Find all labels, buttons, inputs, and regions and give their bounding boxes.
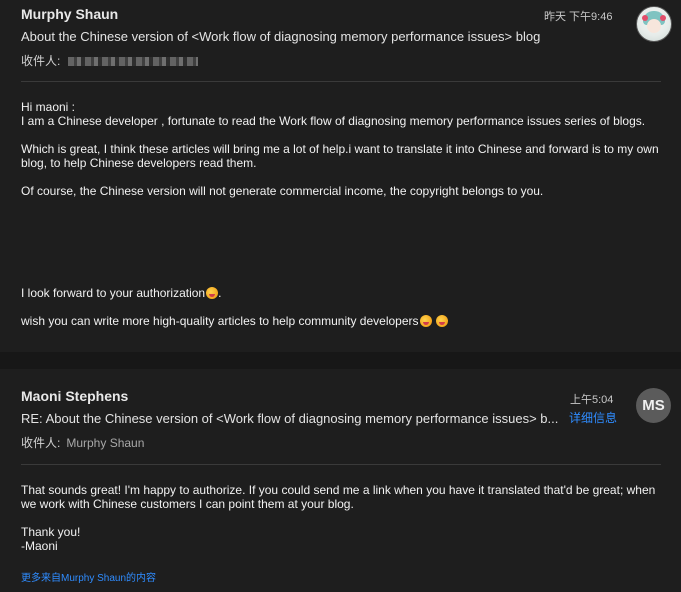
message-time: 昨天 下午9:46 xyxy=(544,11,613,23)
body-paragraph: Which is great, I think these articles w… xyxy=(21,142,659,170)
body-paragraph: That sounds great! I'm happy to authoriz… xyxy=(21,483,656,511)
recipient-row: 收件人: xyxy=(21,52,199,69)
signature-line: -Maoni xyxy=(21,539,58,553)
laughing-emoji-icon xyxy=(435,315,448,327)
greeting: Hi maoni : xyxy=(21,100,76,114)
message-time: 上午5:04 xyxy=(570,394,614,406)
thanks-line: Thank you! xyxy=(21,525,81,539)
wish-text: wish you can write more high-quality art… xyxy=(21,314,419,328)
period-text: . xyxy=(218,286,222,300)
body-paragraph: I look forward to your authorization. xyxy=(21,286,666,300)
message-body: That sounds great! I'm happy to authoriz… xyxy=(21,483,666,553)
sender-avatar-icon[interactable] xyxy=(636,6,672,42)
more-from-sender-link[interactable]: 更多来自Murphy Shaun的内容 xyxy=(21,569,156,584)
message-subject: About the Chinese version of <Work flow … xyxy=(21,29,541,44)
recipient-row: 收件人: Murphy Shaun xyxy=(21,434,144,451)
details-link[interactable]: 详细信息 xyxy=(569,409,617,426)
body-paragraph: wish you can write more high-quality art… xyxy=(21,314,666,328)
recipient-label: 收件人: xyxy=(21,436,61,450)
body-paragraph: Of course, the Chinese version will not … xyxy=(21,184,544,198)
sender-name: Murphy Shaun xyxy=(21,6,119,22)
message-separator xyxy=(0,352,681,369)
sender-avatar[interactable]: MS xyxy=(636,388,671,423)
message-subject: RE: About the Chinese version of <Work f… xyxy=(21,411,559,426)
message-body-closing: I look forward to your authorization. wi… xyxy=(21,286,666,328)
header-divider xyxy=(21,464,661,465)
header-divider xyxy=(21,81,661,82)
authorization-text: I look forward to your authorization xyxy=(21,286,206,300)
redacted-recipient xyxy=(68,57,199,66)
message-murphy-shaun: Murphy Shaun 昨天 下午9:46 About the Chinese… xyxy=(0,0,681,352)
recipient-name[interactable]: Murphy Shaun xyxy=(66,436,144,450)
laughing-emoji-icon xyxy=(206,287,219,299)
message-body: Hi maoni : I am a Chinese developer , fo… xyxy=(21,100,666,198)
body-line: I am a Chinese developer , fortunate to … xyxy=(21,114,646,128)
recipient-label: 收件人: xyxy=(21,54,61,68)
sender-name: Maoni Stephens xyxy=(21,388,129,404)
laughing-emoji-icon xyxy=(419,315,432,327)
